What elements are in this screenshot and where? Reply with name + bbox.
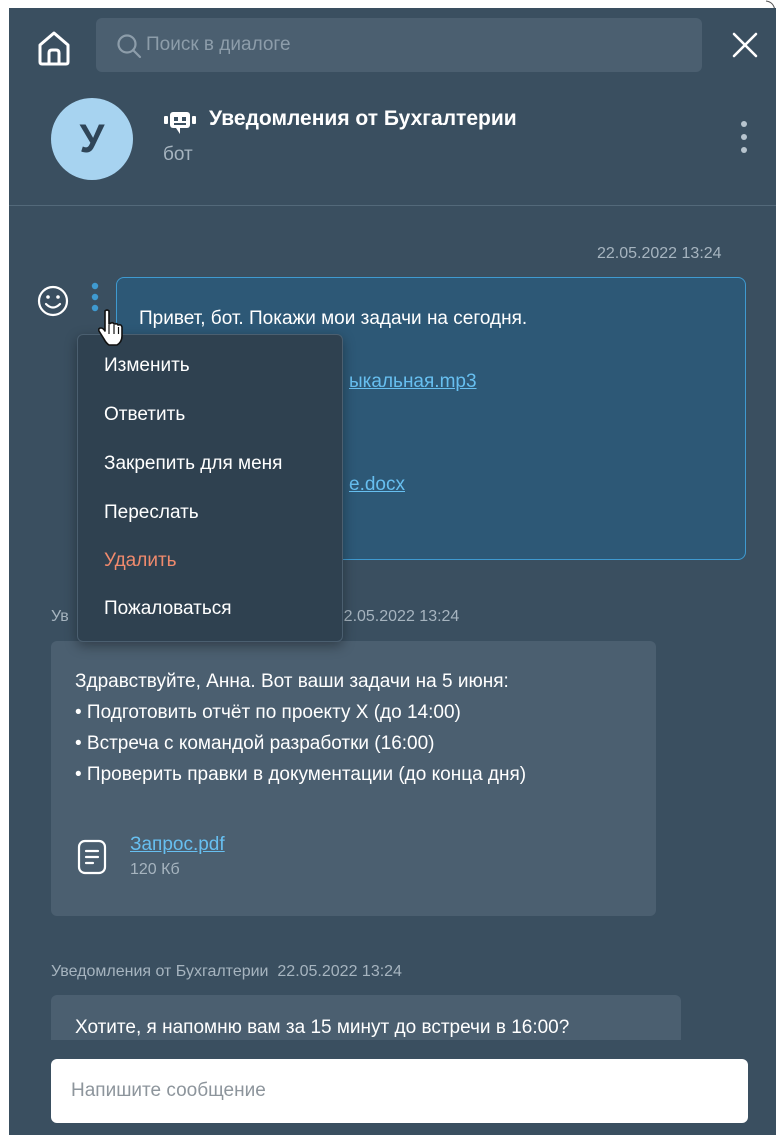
attachment-file-name[interactable]: Запрос.pdf bbox=[130, 834, 225, 856]
chat-title: Уведомления от Бухгалтерии bbox=[209, 107, 517, 130]
incoming-message-bubble[interactable]: Здравствуйте, Анна. Вот ваши задачи на 5… bbox=[51, 641, 656, 916]
home-icon[interactable] bbox=[34, 28, 74, 68]
hand-cursor-icon bbox=[97, 309, 123, 346]
menu-item-delete[interactable]: Удалить bbox=[104, 550, 177, 572]
sender-name: Уведомления от Бухгалтерии bbox=[51, 963, 269, 980]
message-input[interactable]: Напишите сообщение bbox=[51, 1059, 748, 1123]
search-placeholder: Поиск в диалоге bbox=[146, 34, 291, 55]
message-text: Привет, бот. Покажи мои задачи на сегодн… bbox=[139, 308, 528, 329]
message-line: • Подготовить отчёт по проекту X (до 14:… bbox=[75, 702, 461, 723]
message-timestamp: 22.05.2022 13:24 bbox=[277, 963, 402, 980]
emoji-icon[interactable] bbox=[36, 284, 70, 318]
more-vertical-icon[interactable] bbox=[735, 118, 753, 158]
attachment-file-size: 120 Кб bbox=[130, 861, 180, 878]
message-timestamp: 22.05.2022 13:24 bbox=[334, 608, 460, 625]
message-sender-meta: Уведомления от Бухгалтерии 22.05.2022 13… bbox=[51, 963, 402, 981]
message-context-menu: Изменить Ответить Закрепить для меня Пер… bbox=[77, 334, 343, 642]
document-icon bbox=[77, 839, 107, 875]
message-timestamp: 22.05.2022 13:24 bbox=[597, 245, 722, 262]
attachment-link-audio[interactable]: ыкальная.mp3 bbox=[349, 371, 477, 393]
message-line: • Проверить правки в документации (до ко… bbox=[75, 764, 527, 785]
menu-item-report[interactable]: Пожаловаться bbox=[104, 598, 232, 620]
message-input-placeholder: Напишите сообщение bbox=[71, 1080, 266, 1101]
sender-name: Ув bbox=[51, 608, 69, 625]
message-line: Здравствуйте, Анна. Вот ваши задачи на 5… bbox=[75, 671, 509, 692]
search-icon bbox=[117, 34, 142, 59]
menu-item-edit[interactable]: Изменить bbox=[104, 355, 190, 377]
menu-item-pin[interactable]: Закрепить для меня bbox=[104, 453, 282, 475]
header-divider bbox=[9, 205, 776, 206]
attachment-link-document[interactable]: e.docx bbox=[349, 474, 405, 496]
bot-icon bbox=[164, 112, 196, 134]
menu-item-forward[interactable]: Переслать bbox=[104, 502, 199, 524]
chat-panel: Поиск в диалоге У Уведомления от Бухгалт… bbox=[9, 8, 776, 1135]
message-line: • Встреча с командой разработки (16:00) bbox=[75, 733, 435, 754]
close-icon[interactable] bbox=[729, 29, 761, 61]
menu-item-reply[interactable]: Ответить bbox=[104, 404, 185, 426]
avatar[interactable]: У bbox=[51, 98, 133, 180]
message-text: Хотите, я напомню вам за 15 минут до вст… bbox=[75, 1017, 570, 1038]
chat-subtitle: бот bbox=[163, 144, 193, 165]
search-input[interactable]: Поиск в диалоге bbox=[96, 18, 702, 72]
